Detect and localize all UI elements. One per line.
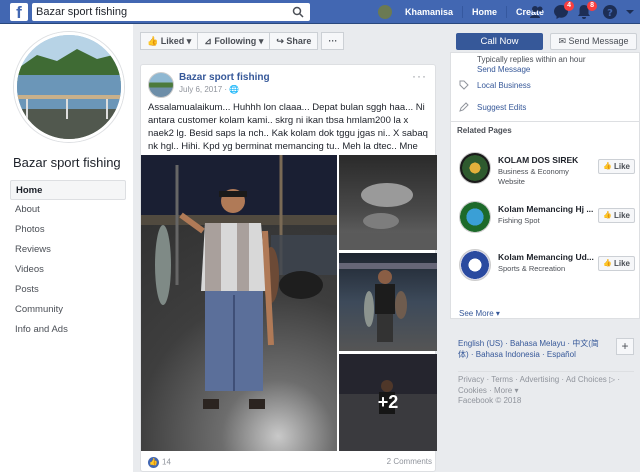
related-page-item[interactable]: Kolam Memancing Hj ... Fishing Spot Like: [451, 199, 640, 247]
related-page-item[interactable]: KOLAM DOS SIREK Business & Economy Websi…: [451, 150, 640, 198]
more-photos-count: +2: [377, 392, 399, 412]
comment-count[interactable]: 2 Comments: [387, 457, 432, 466]
send-message-button[interactable]: ✉ Send Message: [550, 33, 637, 50]
related-page-avatar[interactable]: [459, 201, 491, 233]
page-profile-picture[interactable]: [14, 32, 124, 142]
messages-button[interactable]: 4: [553, 1, 574, 20]
share-button[interactable]: ↪ Share: [269, 32, 319, 50]
related-pages-title: Related Pages: [457, 126, 512, 135]
messages-badge: 4: [564, 1, 574, 11]
nav-home[interactable]: Home: [10, 180, 126, 200]
copyright: Facebook © 2018: [458, 396, 522, 405]
related-page-avatar[interactable]: [459, 152, 491, 184]
photo-fish-closeup[interactable]: [339, 155, 437, 250]
related-page-category: Business & Economy Website: [498, 167, 569, 186]
user-avatar[interactable]: [378, 5, 392, 19]
photo-more[interactable]: +2: [339, 354, 437, 451]
lake-scene-image: [17, 35, 121, 139]
liked-label: Liked: [160, 36, 185, 46]
send-message-link[interactable]: Send Message: [477, 65, 530, 74]
following-label: Following: [214, 36, 257, 46]
language-links[interactable]: English (US) · Bahasa Melayu · 中文(简体) · …: [458, 338, 608, 360]
page-action-bar: 👍 Liked ▾ ⊿ Following ▾ ↪ Share ···: [140, 32, 345, 50]
chevron-down-icon[interactable]: [622, 4, 638, 20]
related-page-like-button[interactable]: Like: [598, 208, 635, 223]
like-reaction-icon: 👍: [148, 457, 159, 468]
main-photo[interactable]: [141, 155, 337, 451]
add-language-button[interactable]: +: [616, 338, 634, 355]
top-bar: f Khamanisa Home Create 4 8 ?: [0, 0, 640, 24]
page-nav: Home About Photos Reviews Videos Posts C…: [10, 180, 126, 340]
send-message-label: Send Message: [568, 36, 629, 46]
post-footer: 👍 14 2 Comments: [148, 457, 432, 471]
fish-photo-image: [339, 183, 437, 250]
notifications-button[interactable]: 8: [576, 1, 597, 20]
search-bar[interactable]: [32, 3, 310, 21]
friend-requests-icon[interactable]: [529, 4, 545, 20]
man-holding-fish-image: [141, 155, 337, 409]
response-time-text: Typically replies within an hour: [477, 55, 586, 64]
footer-divider: [458, 371, 634, 372]
share-label: Share: [286, 36, 312, 46]
related-page-name[interactable]: KOLAM DOS SIREK: [498, 155, 578, 165]
related-page-name[interactable]: Kolam Memancing Hj ...: [498, 204, 593, 214]
nav-community[interactable]: Community: [10, 300, 126, 320]
post-timestamp[interactable]: July 6, 2017 · 🌐: [179, 85, 239, 94]
related-pages-box: Related Pages KOLAM DOS SIREK Business &…: [450, 121, 640, 319]
related-page-like-button[interactable]: Like: [598, 159, 635, 174]
language-box: English (US) · Bahasa Melayu · 中文(简体) · …: [450, 338, 640, 372]
left-sidebar: Bazar sport fishing Home About Photos Re…: [0, 24, 133, 472]
pencil-icon: [459, 102, 469, 112]
post-card: Bazar sport fishing July 6, 2017 · 🌐 ···…: [140, 64, 437, 472]
related-page-like-button[interactable]: Like: [598, 256, 635, 271]
svg-text:?: ?: [607, 8, 613, 19]
notifications-badge: 8: [587, 1, 597, 11]
page-name[interactable]: Bazar sport fishing: [13, 155, 121, 170]
nav-about[interactable]: About: [10, 200, 126, 220]
related-page-category: Sports & Recreation: [498, 264, 566, 273]
nav-photos[interactable]: Photos: [10, 220, 126, 240]
facebook-logo[interactable]: f: [10, 3, 28, 22]
home-link[interactable]: Home: [463, 6, 508, 18]
photo-angler-night[interactable]: [339, 253, 437, 351]
call-now-button[interactable]: Call Now: [456, 33, 543, 50]
post-author-name[interactable]: Bazar sport fishing: [179, 72, 270, 83]
help-icon[interactable]: ?: [602, 4, 618, 20]
nav-reviews[interactable]: Reviews: [10, 240, 126, 260]
post-page-avatar[interactable]: [148, 72, 174, 98]
see-more-link[interactable]: See More ▾: [459, 309, 500, 318]
suggest-edits-link[interactable]: Suggest Edits: [477, 103, 526, 112]
footer: Privacy · Terms · Advertising · Ad Choic…: [458, 375, 636, 407]
nav-posts[interactable]: Posts: [10, 280, 126, 300]
tag-icon: [459, 80, 469, 90]
more-options-button[interactable]: ···: [321, 32, 345, 50]
footer-links[interactable]: Privacy · Terms · Advertising · Ad Choic…: [458, 375, 636, 396]
post-menu-icon[interactable]: ···: [412, 69, 427, 83]
search-icon[interactable]: [292, 6, 304, 18]
nav-videos[interactable]: Videos: [10, 260, 126, 280]
following-button[interactable]: ⊿ Following ▾: [197, 32, 271, 50]
related-page-category: Fishing Spot: [498, 216, 540, 225]
liked-button[interactable]: 👍 Liked ▾: [140, 32, 199, 50]
profile-link[interactable]: Khamanisa: [396, 6, 464, 18]
like-count[interactable]: 14: [162, 458, 171, 467]
related-page-avatar[interactable]: [459, 249, 491, 281]
search-input[interactable]: [36, 4, 286, 20]
right-sidebar: Typically replies within an hour Send Me…: [450, 24, 640, 472]
post-photo-grid: +2: [141, 155, 437, 451]
related-page-item[interactable]: Kolam Memancing Ud... Sports & Recreatio…: [451, 247, 640, 295]
related-page-name[interactable]: Kolam Memancing Ud...: [498, 252, 594, 262]
nav-info-and-ads[interactable]: Info and Ads: [10, 320, 126, 340]
angler-photo-image: [339, 263, 437, 342]
category-link[interactable]: Local Business: [477, 81, 531, 90]
